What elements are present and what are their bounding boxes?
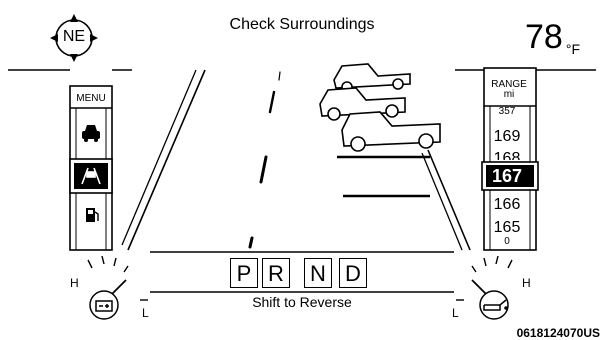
menu-label: MENU <box>76 93 106 104</box>
car-icon[interactable] <box>82 125 100 142</box>
temperature-unit: °F <box>565 41 580 57</box>
battery-gauge-high: H <box>70 276 79 290</box>
range-value: 169 <box>493 128 521 145</box>
range-value: 168 <box>493 150 521 160</box>
range-value-selected: 167 <box>491 166 523 186</box>
range-value: 165 <box>493 219 521 236</box>
road-edge-right <box>427 149 471 251</box>
lane-markings <box>248 71 281 249</box>
parking-lines <box>337 155 430 198</box>
gear-neutral: N <box>304 258 332 288</box>
fuel-pump-icon[interactable] <box>86 208 99 222</box>
range-value: 0 <box>504 236 510 247</box>
oil-gauge-high: H <box>522 276 531 290</box>
gear-bar-frame <box>150 251 454 293</box>
road-edge-right <box>421 152 463 251</box>
shift-message: Shift to Reverse <box>252 294 352 310</box>
road-edge-left <box>121 69 197 246</box>
road-edge-left <box>127 69 206 251</box>
pickup-truck-near <box>341 111 441 152</box>
pickup-truck-far <box>333 63 411 93</box>
outside-temperature: 78 °F <box>525 18 580 57</box>
gear-park: P <box>230 258 258 288</box>
gear-reverse: R <box>262 258 290 288</box>
oil-gauge-low: L <box>452 306 459 320</box>
range-label-line2: mi <box>503 89 515 100</box>
temperature-value: 78 <box>525 18 563 56</box>
range-label: RANGE mi <box>487 80 531 100</box>
header-message: Check Surroundings <box>229 16 375 33</box>
range-value: 166 <box>493 196 521 213</box>
battery-gauge-low: L <box>142 306 149 320</box>
gear-drive: D <box>339 258 367 288</box>
figure-id: 0618124070US <box>516 326 600 340</box>
range-value: 357 <box>498 106 516 117</box>
